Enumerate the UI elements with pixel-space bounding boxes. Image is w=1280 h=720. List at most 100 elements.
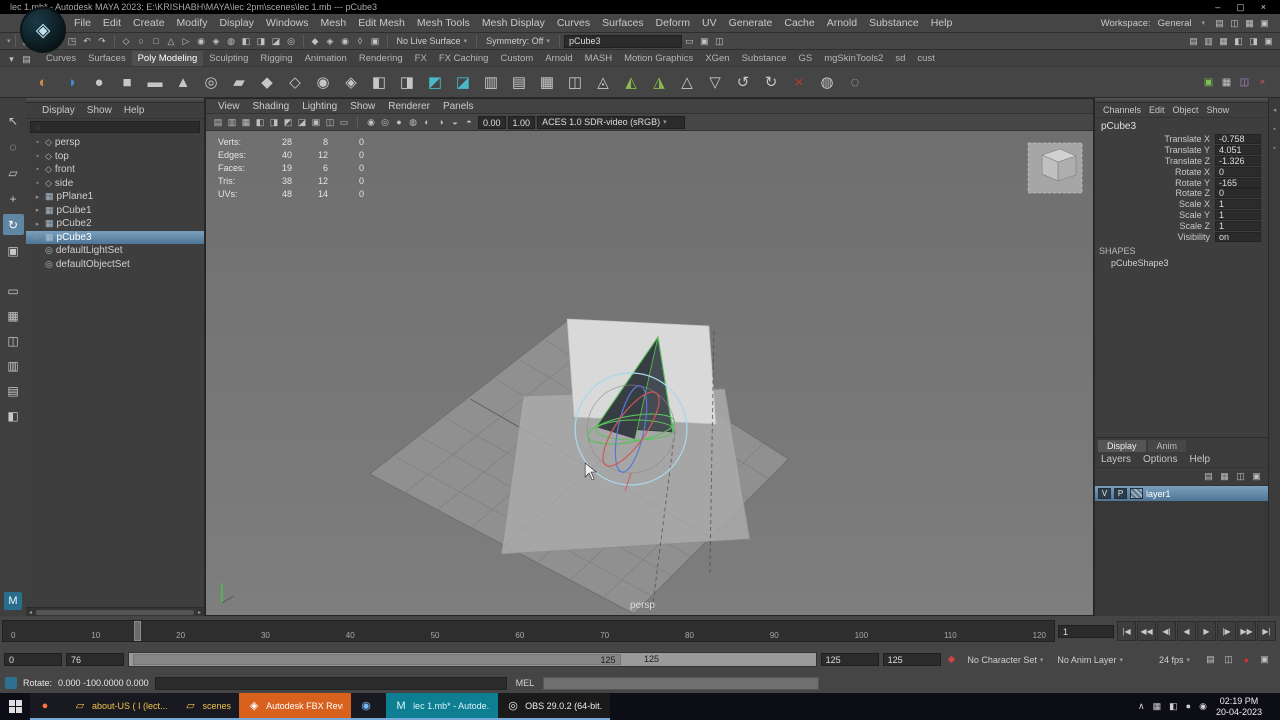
outliner-item[interactable]: ▸ ▦ pCube1 [26,204,204,218]
selection-name-field[interactable] [564,35,682,48]
menubar-icon[interactable]: ▤ [1212,16,1227,30]
sidebar-toggle-icon[interactable]: ▦ [1216,34,1231,48]
shelf-tool-icon[interactable]: ◑ [58,69,84,95]
attribute-name[interactable]: Translate Y [1095,145,1215,155]
attribute-value-field[interactable]: 0 [1215,167,1261,177]
taskbar-clock[interactable]: 02:19 PM 20-04-2023 [1216,696,1262,718]
sidebar-toggle-icon[interactable]: ◧ [1231,34,1246,48]
selection-mask-icon[interactable]: ○ [134,34,149,48]
file-op-icon[interactable]: ◳ [65,34,80,48]
playback-button[interactable]: ▶ [1197,621,1216,641]
shelf-tab[interactable]: GS [792,51,818,66]
timeline-track[interactable]: 0102030405060708090100110120 [2,620,1055,642]
tool-icon[interactable]: ◌ [3,136,24,157]
menubar-icon[interactable]: ▦ [1242,16,1257,30]
gamma-field[interactable]: 1.00 [508,116,536,129]
shelf-tab[interactable]: Surfaces [82,51,132,66]
sidebar-toggle-icon[interactable]: ▤ [1186,34,1201,48]
maximize-button[interactable]: ▢ [1236,2,1245,13]
outliner-menu-item[interactable]: Help [124,105,145,116]
outliner-item[interactable]: ◎ defaultObjectSet [26,258,204,272]
expand-icon[interactable]: ▸ [33,193,42,201]
shelf-tool-icon[interactable]: ◇ [282,69,308,95]
channelbox-menu-item[interactable]: Object [1173,105,1199,115]
edge-toggle-icon[interactable]: ◂ [1273,106,1277,114]
shelf-tab[interactable]: FX Caching [433,51,495,66]
live-surface-dropdown[interactable]: No Live Surface▾ [392,35,473,47]
shelf-tab[interactable]: XGen [699,51,735,66]
viewport-toolbar-icon[interactable]: ▭ [337,115,351,129]
command-input[interactable] [155,677,507,690]
layer-toolbar-icon[interactable]: ▦ [1218,470,1231,483]
viewport-menu-item[interactable]: Lighting [302,101,337,111]
selection-mask-icon[interactable]: ◈ [209,34,224,48]
outliner-item[interactable]: ◎ defaultLightSet [26,244,204,258]
tray-icon[interactable]: ● [1186,701,1191,712]
shelf-tool-icon[interactable]: ◭ [618,69,644,95]
menu-item[interactable]: Edit Mesh [352,15,411,31]
scroll-right-icon[interactable]: ▸ [195,609,204,616]
outliner-item[interactable]: ▸ ▦ pCube2 [26,217,204,231]
history-icon[interactable]: ▣ [697,34,712,48]
outliner-menu-item[interactable]: Display [42,105,75,116]
viewport-render-icon[interactable]: ◒ [448,115,462,129]
edge-toggle-icon[interactable]: ▪ [1273,126,1275,133]
playback-option-icon[interactable]: ● [1239,653,1254,667]
attribute-name[interactable]: Rotate Z [1095,188,1215,198]
attribute-name[interactable]: Scale X [1095,199,1215,209]
shelf-tool-icon[interactable]: ◫ [562,69,588,95]
viewport-toolbar-icon[interactable]: ◫ [323,115,337,129]
set-key-icon[interactable]: ◆ [945,654,959,665]
viewport-render-icon[interactable]: ● [392,115,406,129]
attribute-value-field[interactable]: on [1215,232,1261,242]
taskbar-app[interactable]: ◉ [351,693,386,720]
viewport-render-icon[interactable]: ◐ [420,115,434,129]
selection-mask-icon[interactable]: ◎ [284,34,299,48]
playback-button[interactable]: |▶ [1217,621,1236,641]
shelf-tab[interactable]: Rigging [254,51,298,66]
shelf-tab[interactable]: Rendering [353,51,409,66]
outliner-search-field[interactable]: ◌ [30,121,200,133]
viewport-render-icon[interactable]: ◓ [462,115,476,129]
layout-icon[interactable]: ◧ [3,405,24,426]
attribute-value-field[interactable]: 1 [1215,199,1261,209]
selection-mask-icon[interactable]: ▷ [179,34,194,48]
anim-start-field[interactable]: 0 [4,653,62,666]
taskbar-app[interactable]: M lec 1.mb* - Autode... [386,693,498,720]
shelf-tool-icon[interactable]: ■ [114,69,140,95]
snap-icon[interactable]: ◆ [308,34,323,48]
taskbar-app[interactable]: ◎ OBS 29.0.2 (64-bit... [498,693,610,720]
expand-icon[interactable]: ▸ [33,220,42,228]
shelf-tool-icon[interactable]: ◪ [450,69,476,95]
shelf-tab[interactable]: Custom [494,51,539,66]
expand-icon[interactable]: ▪ [33,139,42,146]
viewport-menu-item[interactable]: Shading [253,101,290,111]
shelf-tool-icon[interactable]: ◌ [842,69,868,95]
shelf-tool-icon[interactable]: ◎ [198,69,224,95]
shelf-tab[interactable]: Poly Modeling [132,51,204,66]
shelf-tab[interactable]: Animation [299,51,353,66]
layer-menu-item[interactable]: Help [1189,454,1210,465]
playback-button[interactable]: ◀| [1157,621,1176,641]
shelf-tool-icon[interactable]: ◮ [646,69,672,95]
symmetry-dropdown[interactable]: Symmetry: Off▾ [481,35,555,47]
playback-option-icon[interactable]: ◫ [1221,653,1236,667]
layout-icon[interactable]: ▦ [3,305,24,326]
shelf-tab[interactable]: mgSkinTools2 [818,51,889,66]
tool-icon[interactable]: ↻ [3,214,24,235]
channelbox-menu-item[interactable]: Channels [1103,105,1141,115]
outliner-menu-item[interactable]: Show [87,105,112,116]
viewport-render-icon[interactable]: ◎ [378,115,392,129]
attribute-value-field[interactable]: 1 [1215,210,1261,220]
layer-color-swatch[interactable] [1130,488,1143,499]
range-slider-track[interactable]: 125 125 [128,652,817,667]
expand-icon[interactable]: ▪ [33,166,42,173]
layer-menu-item[interactable]: Options [1143,454,1177,465]
attribute-value-field[interactable]: -0.758 [1215,134,1261,144]
shelf-tool-icon[interactable]: ▤ [506,69,532,95]
menu-item[interactable]: Windows [260,15,315,31]
tray-icon[interactable]: ∧ [1138,701,1145,712]
attribute-name[interactable]: Visibility [1095,232,1215,242]
viewport-toolbar-icon[interactable]: ▥ [225,115,239,129]
tray-icon[interactable]: ▦ [1153,701,1162,712]
